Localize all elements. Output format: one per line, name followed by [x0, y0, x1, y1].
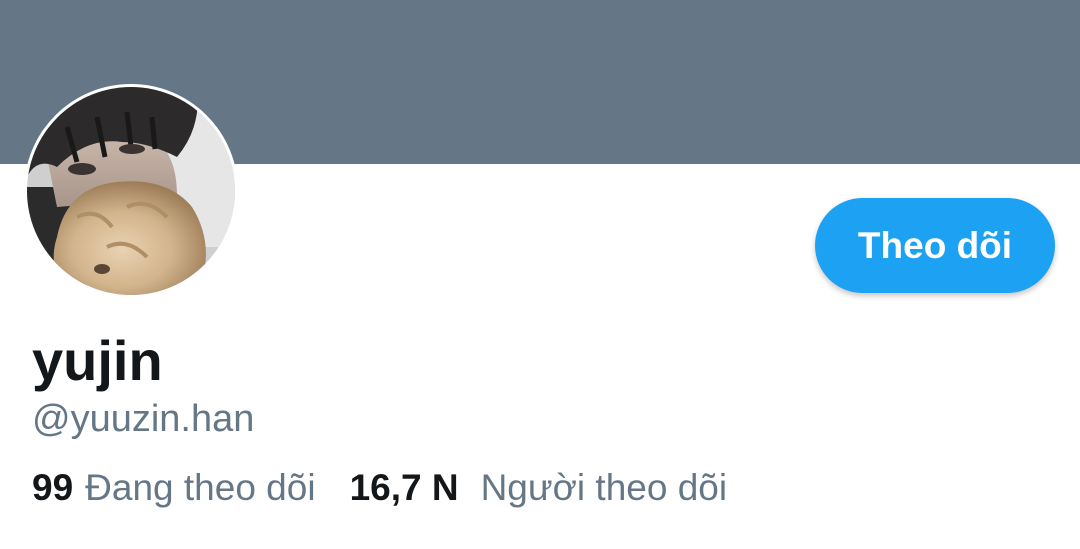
following-stat[interactable]: 99 Đang theo dõi	[32, 465, 316, 511]
user-handle: @yuuzin.han	[32, 398, 255, 440]
profile-page: Theo dõi yujin @yuuzin.han 99 Đang theo …	[0, 0, 1080, 549]
followers-label: Người theo dõi	[480, 467, 728, 508]
followers-count: 16,7 N	[349, 467, 459, 508]
avatar[interactable]	[24, 84, 238, 298]
following-count: 99	[32, 467, 74, 508]
profile-stats: 99 Đang theo dõi 16,7 N Người theo dõi	[32, 465, 727, 511]
avatar-photo	[27, 87, 235, 295]
followers-stat[interactable]: 16,7 N Người theo dõi	[350, 465, 728, 511]
display-name: yujin	[32, 329, 163, 392]
follow-button[interactable]: Theo dõi	[815, 198, 1055, 293]
following-label: Đang theo dõi	[85, 467, 316, 508]
